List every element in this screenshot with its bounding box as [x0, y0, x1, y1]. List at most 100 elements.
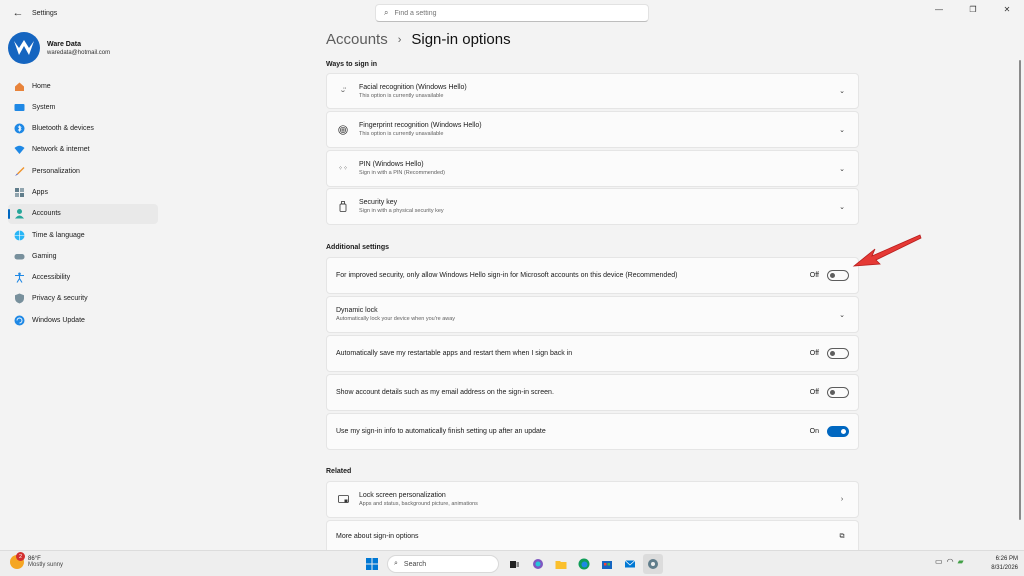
dynamic-lock-row[interactable]: Dynamic lock Automatically lock your dev…	[326, 296, 859, 333]
toggle-knob	[830, 390, 835, 395]
toggle-knob	[830, 273, 835, 278]
network-icon	[14, 144, 25, 155]
fingerprint-row[interactable]: Fingerprint recognition (Windows Hello) …	[326, 111, 859, 148]
row-subtitle: Sign in with a PIN (Recommended)	[359, 170, 445, 176]
chevron-down-icon[interactable]: ⌄	[832, 126, 852, 134]
toggle-state: Off	[809, 272, 819, 279]
search-box[interactable]: ⌕	[375, 4, 649, 22]
copilot-icon[interactable]	[528, 554, 548, 574]
row-title: Security key	[359, 199, 398, 206]
fingerprint-icon	[336, 124, 350, 135]
hello-only-row: For improved security, only allow Window…	[326, 257, 859, 294]
sidebar-item-label: Apps	[32, 188, 48, 196]
row-subtitle: Sign in with a physical security key	[359, 208, 444, 214]
row-title: Fingerprint recognition (Windows Hello)	[359, 122, 482, 129]
maximize-button[interactable]: ❐	[956, 0, 990, 18]
store-icon[interactable]	[597, 554, 617, 574]
weather-desc: Mostly sunny	[28, 562, 64, 568]
sidebar-item-gaming[interactable]: Gaming	[8, 246, 158, 266]
file-explorer-icon[interactable]	[551, 554, 571, 574]
clock[interactable]: 6:26 PM 8/31/2026	[980, 555, 1018, 573]
sidebar-item-label: Privacy & security	[32, 295, 88, 303]
toggle-knob	[841, 429, 846, 434]
tray-monitor-icon[interactable]: ▭	[935, 557, 943, 566]
sidebar-item-label: Bluetooth & devices	[32, 125, 94, 133]
apps-icon	[14, 187, 25, 198]
sidebar-item-network[interactable]: Network & internet	[8, 140, 158, 160]
sidebar-item-accessibility[interactable]: Accessibility	[8, 268, 158, 288]
row-title: Show account details such as my email ad…	[336, 389, 554, 396]
row-title: More about sign-in options	[336, 533, 419, 540]
sidebar-item-apps[interactable]: Apps	[8, 182, 158, 202]
accounts-icon	[14, 208, 25, 219]
more-about-row[interactable]: More about sign-in options ⧉	[326, 520, 859, 552]
task-view-icon[interactable]	[505, 554, 525, 574]
account-details-toggle[interactable]	[827, 387, 849, 398]
start-icon[interactable]	[362, 554, 382, 574]
window-controls: — ❐ ✕	[922, 0, 1024, 18]
security-key-row[interactable]: Security key Sign in with a physical sec…	[326, 188, 859, 225]
sidebar-item-home[interactable]: Home	[8, 76, 158, 96]
taskbar-apps: ⌕ Search	[360, 554, 664, 574]
sidebar-item-accounts[interactable]: Accounts	[8, 203, 158, 224]
brush-icon	[14, 166, 25, 177]
row-subtitle: This option is currently unavailable	[359, 92, 444, 99]
sidebar-item-bluetooth[interactable]: Bluetooth & devices	[8, 119, 158, 139]
taskbar: 2 86°F Mostly sunny ⌕ Search ▭ ◠ ▰ 6:26 …	[0, 550, 1024, 576]
row-subtitle: Automatically lock your device when you'…	[336, 316, 456, 322]
chevron-down-icon[interactable]: ⌄	[832, 203, 852, 211]
chevron-down-icon[interactable]: ⌄	[832, 165, 852, 173]
lock-screen-row[interactable]: Lock screen personalization Apps and sta…	[326, 481, 859, 518]
sidebar-item-system[interactable]: System	[8, 97, 158, 117]
bluetooth-icon	[14, 123, 25, 134]
signin-info-toggle[interactable]	[827, 426, 849, 437]
sidebar-item-label: System	[32, 103, 56, 111]
sidebar-item-label: Gaming	[32, 252, 57, 260]
hello-only-toggle[interactable]	[827, 270, 849, 281]
breadcrumb-parent[interactable]: Accounts	[326, 31, 388, 48]
security-key-icon	[336, 201, 350, 212]
accessibility-icon	[14, 272, 25, 283]
title-bar: ← Settings ⌕ — ❐ ✕	[0, 0, 1024, 26]
edge-icon[interactable]	[574, 554, 594, 574]
profile-email: waredata@hotmail.com	[47, 49, 111, 56]
row-title: Dynamic lock	[336, 307, 378, 314]
sidebar-item-label: Personalization	[32, 167, 80, 175]
scrollbar[interactable]	[1019, 60, 1021, 520]
user-profile[interactable]: Ware Data waredata@hotmail.com	[8, 32, 110, 64]
home-icon	[14, 81, 25, 92]
toggle-knob	[830, 351, 835, 356]
row-title: Automatically save my restartable apps a…	[336, 350, 573, 357]
minimize-button[interactable]: —	[922, 0, 956, 18]
sidebar-item-time-language[interactable]: Time & language	[8, 225, 158, 245]
sidebar-item-windows-update[interactable]: Windows Update	[8, 310, 158, 330]
chevron-down-icon[interactable]: ⌄	[832, 311, 852, 319]
facial-recognition-row[interactable]: ᵕ̈ Facial recognition (Windows Hello) Th…	[326, 73, 859, 109]
battery-icon[interactable]: ▰	[958, 557, 964, 566]
external-link-icon[interactable]: ⧉	[832, 533, 852, 541]
mail-icon[interactable]	[620, 554, 640, 574]
sidebar-item-personalization[interactable]: Personalization	[8, 161, 158, 181]
settings-app-icon[interactable]	[642, 554, 663, 574]
row-title: Facial recognition (Windows Hello)	[359, 83, 467, 91]
back-button[interactable]: ←	[6, 1, 30, 25]
notification-badge: 2	[16, 552, 25, 561]
row-subtitle: Apps and status, background picture, ani…	[359, 501, 478, 507]
system-tray: ▭ ◠ ▰	[935, 557, 968, 566]
chevron-down-icon[interactable]: ⌄	[832, 87, 852, 95]
row-subtitle: This option is currently unavailable	[359, 131, 444, 137]
chevron-right-icon[interactable]: ›	[832, 496, 852, 503]
taskbar-search[interactable]: ⌕ Search	[387, 555, 499, 573]
sidebar-item-privacy[interactable]: Privacy & security	[8, 289, 158, 309]
wifi-icon[interactable]: ◠	[947, 557, 954, 566]
weather-widget[interactable]: 2 86°F Mostly sunny	[10, 552, 64, 569]
row-title: For improved security, only allow Window…	[336, 272, 678, 279]
sidebar-item-label: Windows Update	[32, 316, 85, 324]
pin-row[interactable]: ⁘⁘ PIN (Windows Hello) Sign in with a PI…	[326, 150, 859, 187]
search-icon: ⌕	[394, 560, 398, 567]
sidebar-item-label: Time & language	[32, 231, 85, 239]
restart-apps-toggle[interactable]	[827, 348, 849, 359]
breadcrumb: Accounts › Sign-in options	[326, 31, 511, 48]
search-input[interactable]	[394, 9, 615, 17]
close-button[interactable]: ✕	[990, 0, 1024, 18]
